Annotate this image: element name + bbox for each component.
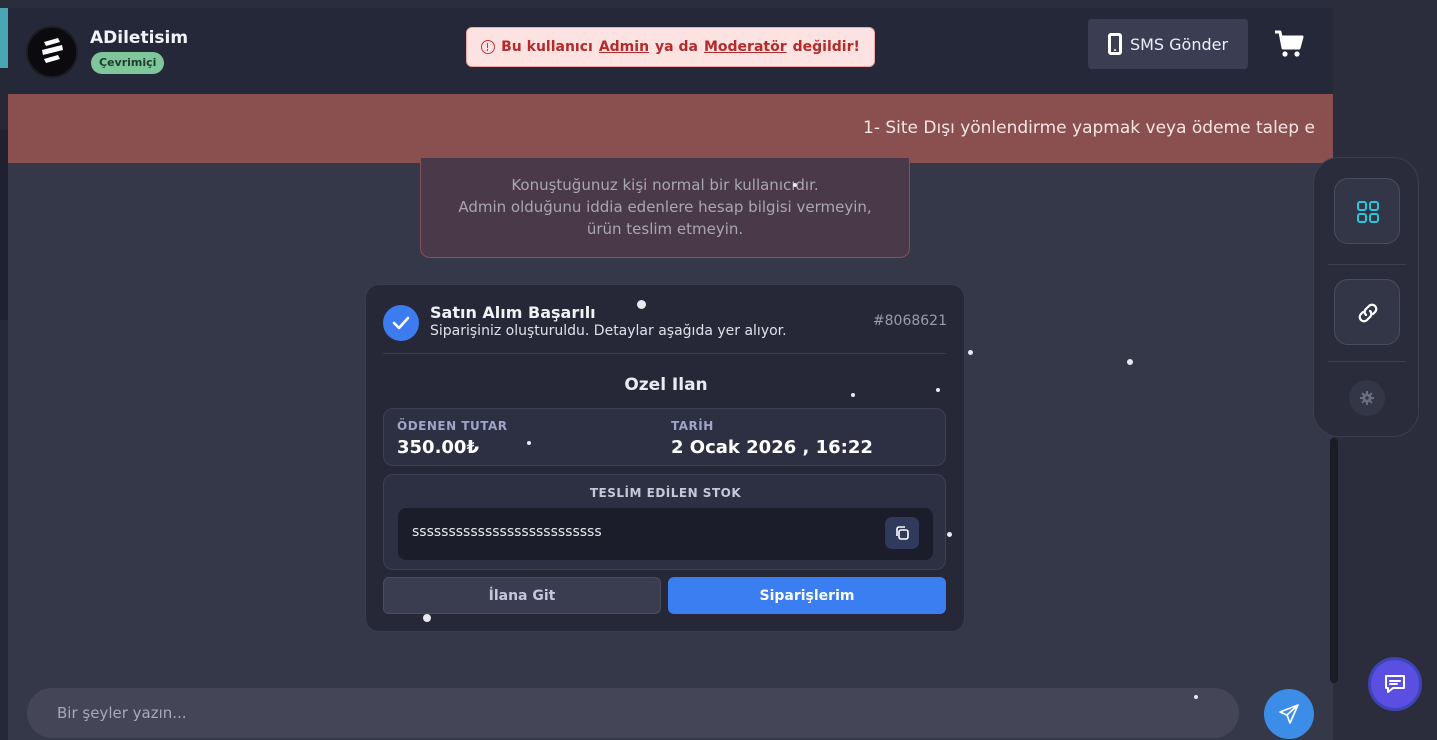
copy-button[interactable]	[885, 517, 919, 549]
chat-window: ADiletisim Çevrimiçi Bu kullanıcı Admin …	[8, 8, 1338, 740]
success-subtitle: Siparişiniz oluşturuldu. Detaylar aşağıd…	[430, 323, 787, 339]
toolbar-divider	[1328, 264, 1406, 265]
copy-icon	[896, 526, 909, 540]
link-button[interactable]	[1334, 279, 1400, 345]
decor-dot	[527, 441, 531, 445]
sms-send-label: SMS Gönder	[1129, 34, 1229, 54]
purchase-success-card: Satın Alım Başarılı Siparişiniz oluşturu…	[365, 284, 965, 632]
decor-dot	[1194, 695, 1198, 699]
message-input[interactable]	[27, 688, 1239, 738]
settings-button[interactable]	[1349, 380, 1385, 416]
chat-header: ADiletisim Çevrimiçi Bu kullanıcı Admin …	[8, 8, 1333, 94]
warning-middle: ya da	[655, 39, 698, 55]
delivered-stock-label: TESLİM EDİLEN STOK	[589, 486, 742, 500]
decor-dot	[423, 614, 431, 622]
admin-notice-line: Admin olduğunu iddia edenlere hesap bilg…	[458, 198, 872, 216]
cart-icon[interactable]	[1274, 30, 1304, 58]
payment-info-box: ÖDENEN TUTAR 350.00₺ TARİH 2 Ocak 2026 ,…	[383, 408, 946, 466]
not-admin-warning: Bu kullanıcı Admin ya da Moderatör değil…	[466, 27, 875, 67]
delivered-stock-field: ssssssssssssssssssssssssss	[398, 508, 933, 560]
date-label: TARİH	[671, 419, 714, 433]
warning-prefix: Bu kullanıcı	[501, 39, 593, 55]
avatar-logo-icon	[42, 38, 63, 63]
decor-dot	[936, 388, 940, 392]
decor-dot	[851, 393, 855, 397]
decor-dot	[637, 300, 646, 309]
send-button[interactable]	[1264, 689, 1314, 739]
side-toolbar	[1313, 157, 1419, 437]
delivered-stock-value: ssssssssssssssssssssssssss	[412, 524, 602, 540]
decor-dot	[793, 183, 797, 187]
check-icon	[383, 305, 419, 341]
toolbar-divider	[1328, 361, 1406, 362]
admin-notice-line: Konuştuğunuz kişi normal bir kullanıcıdı…	[511, 176, 819, 194]
date-value: 2 Ocak 2026 , 16:22	[671, 437, 873, 458]
decor-dot	[968, 350, 973, 355]
send-icon	[1279, 704, 1299, 724]
warning-suffix: değildir!	[792, 39, 860, 55]
sms-send-button[interactable]: SMS Gönder	[1088, 19, 1248, 69]
link-icon	[1358, 303, 1378, 323]
paid-amount-label: ÖDENEN TUTAR	[397, 419, 508, 433]
rules-marquee: 1- Site Dışı yönlendirme yapmak veya öde…	[8, 94, 1333, 163]
alert-circle-icon	[481, 40, 496, 54]
left-edge-shadow	[0, 130, 8, 320]
order-id: #8068621	[872, 313, 947, 329]
phone-icon	[1107, 33, 1122, 55]
rules-text: 1- Site Dışı yönlendirme yapmak veya öde…	[863, 118, 1315, 138]
decor-dot	[947, 532, 952, 537]
product-title: Ozel Ilan	[624, 375, 708, 395]
warning-role-admin: Admin	[598, 39, 650, 55]
admin-notice: Konuştuğunuz kişi normal bir kullanıcıdı…	[420, 158, 910, 258]
status-badge: Çevrimiçi	[91, 52, 165, 74]
paid-amount-value: 350.00₺	[397, 437, 479, 458]
chat-support-icon	[1385, 675, 1405, 693]
support-chat-button[interactable]	[1368, 657, 1422, 711]
delivered-stock-box: TESLİM EDİLEN STOK sssssssssssssssssssss…	[383, 474, 946, 570]
apps-button[interactable]	[1334, 178, 1400, 244]
decor-dot	[1127, 359, 1133, 365]
gear-icon	[1360, 391, 1374, 405]
grid-icon	[1357, 201, 1379, 223]
my-orders-button[interactable]: Siparişlerim	[668, 577, 946, 614]
admin-notice-line: ürün teslim etmeyin.	[586, 220, 744, 238]
left-accent-bar	[0, 8, 8, 68]
avatar[interactable]	[26, 26, 78, 78]
card-divider	[383, 353, 946, 354]
warning-role-moderator: Moderatör	[703, 39, 787, 55]
username: ADiletisim	[90, 28, 189, 48]
chat-scrollbar[interactable]	[1330, 438, 1338, 683]
success-title: Satın Alım Başarılı	[430, 303, 596, 322]
goto-listing-button[interactable]: İlana Git	[383, 577, 661, 614]
